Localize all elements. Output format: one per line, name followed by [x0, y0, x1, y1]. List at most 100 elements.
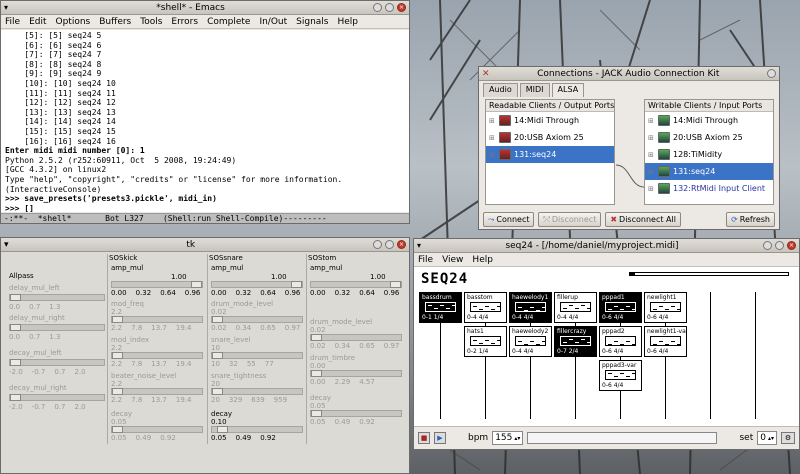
readable-client[interactable]: ⊞ 131:seq24: [486, 146, 614, 163]
slider-trough[interactable]: [9, 324, 105, 331]
slider-trough[interactable]: [310, 410, 402, 417]
menu-item-edit[interactable]: Edit: [29, 17, 46, 27]
slider-knob[interactable]: [10, 324, 21, 331]
writable-client[interactable]: ⊞ 20:USB Axiom 25: [645, 129, 773, 146]
slider-knob[interactable]: [212, 388, 223, 395]
slider-knob[interactable]: [10, 359, 21, 366]
slider-trough[interactable]: [211, 352, 303, 359]
slider-trough[interactable]: [310, 334, 402, 341]
menu-item-signals[interactable]: Signals: [296, 17, 328, 27]
emacs-titlebar[interactable]: ▾ *shell* - Emacs ×: [1, 1, 409, 15]
song-scrollbar[interactable]: [527, 432, 718, 444]
set-spinner[interactable]: 0 ▴▾: [757, 431, 777, 445]
slider-knob[interactable]: [216, 426, 228, 433]
shell-buffer[interactable]: [5]: [5] seq24 5 [6]: [6] seq24 6 [7]: […: [1, 30, 409, 212]
slider-knob[interactable]: [311, 334, 322, 341]
readable-client[interactable]: ⊞ 20:USB Axiom 25: [486, 129, 614, 146]
minimize-icon[interactable]: [373, 3, 382, 12]
slider-knob[interactable]: [291, 281, 302, 288]
slider-trough[interactable]: [211, 281, 303, 288]
disconnect-all-button[interactable]: ✖ Disconnect All: [605, 212, 681, 227]
sequence-slot[interactable]: pppad1 0-6 4/4: [599, 292, 642, 323]
tk-maximize-icon[interactable]: [385, 240, 394, 249]
sequence-slot[interactable]: fillercrazy 0-7 2/4: [554, 326, 597, 357]
refresh-button[interactable]: ⟳ Refresh: [726, 212, 775, 227]
slider-knob[interactable]: [112, 388, 123, 395]
slider-trough[interactable]: [9, 294, 105, 301]
jack-close-icon[interactable]: ✕: [482, 69, 490, 79]
jack-titlebar[interactable]: ✕ Connections - JACK Audio Connection Ki…: [479, 67, 779, 81]
song-editor-button[interactable]: ⚙: [781, 432, 795, 444]
menu-item-errors[interactable]: Errors: [171, 17, 198, 27]
seq24-maximize-icon[interactable]: [775, 241, 784, 250]
menu-item-file[interactable]: File: [5, 17, 20, 27]
slider-trough[interactable]: [211, 388, 303, 395]
slider-trough[interactable]: [111, 352, 203, 359]
tab-alsa[interactable]: ALSA: [551, 83, 585, 97]
slider-trough[interactable]: [111, 388, 203, 395]
slider-knob[interactable]: [10, 394, 21, 401]
menu-item-options[interactable]: Options: [56, 17, 91, 27]
maximize-icon[interactable]: [385, 3, 394, 12]
tab-midi[interactable]: MIDI: [519, 83, 550, 97]
expand-icon[interactable]: ⊞: [648, 168, 655, 176]
bpm-spinner[interactable]: 155 ▴▾: [492, 431, 524, 445]
sequence-slot[interactable]: haewelody2 0-4 4/4: [509, 326, 552, 357]
sequence-slot[interactable]: newlight1 0-6 4/4: [644, 292, 687, 323]
seq24-minimize-icon[interactable]: [763, 241, 772, 250]
spinner-arrows-icon[interactable]: ▴▾: [514, 435, 520, 442]
sequence-slot[interactable]: newlight1-var 0-6 4/4: [644, 326, 687, 357]
tab-audio[interactable]: Audio: [483, 83, 518, 97]
tk-titlebar[interactable]: ▾ tk ×: [1, 238, 409, 252]
menu-item-inout[interactable]: In/Out: [259, 17, 287, 27]
slider-trough[interactable]: [111, 426, 203, 433]
stop-button[interactable]: ■: [418, 432, 430, 444]
seq-menu-file[interactable]: File: [418, 255, 433, 265]
sequence-slot[interactable]: basstom 0-4 4/4: [464, 292, 507, 323]
play-button[interactable]: ▶: [434, 432, 446, 444]
sequence-slot[interactable]: pppad2 0-6 4/4: [599, 326, 642, 357]
writable-client[interactable]: ⊞ 132:RtMidi Input Client: [645, 180, 773, 197]
jack-minimize-icon[interactable]: [767, 69, 776, 78]
sequence-slot[interactable]: pppad3-var 0-6 4/4: [599, 360, 642, 391]
readable-client[interactable]: ⊞ 14:Midi Through: [486, 112, 614, 129]
writable-client[interactable]: ⊞ 14:Midi Through: [645, 112, 773, 129]
tk-close-icon[interactable]: ×: [397, 240, 406, 249]
slider-knob[interactable]: [112, 426, 123, 433]
slider-knob[interactable]: [390, 281, 401, 288]
slider-trough[interactable]: [9, 359, 105, 366]
slider-trough[interactable]: [211, 426, 303, 433]
slider-trough[interactable]: [111, 316, 203, 323]
connect-button[interactable]: ⤳ Connect: [483, 212, 535, 227]
slider-knob[interactable]: [112, 316, 123, 323]
sequence-slot[interactable]: bassdrum 0-1 1/4: [419, 292, 462, 323]
slider-knob[interactable]: [212, 316, 223, 323]
sequence-slot[interactable]: fillerup 0-4 4/4: [554, 292, 597, 323]
sequence-slot[interactable]: haewelody1 0-4 4/4: [509, 292, 552, 323]
menu-item-complete[interactable]: Complete: [207, 17, 250, 27]
expand-icon[interactable]: ⊞: [648, 117, 655, 125]
expand-icon[interactable]: ⊞: [648, 134, 655, 142]
slider-trough[interactable]: [211, 316, 303, 323]
menu-item-help[interactable]: Help: [338, 17, 359, 27]
expand-icon[interactable]: ⊞: [489, 134, 496, 142]
slider-trough[interactable]: [310, 281, 402, 288]
slider-knob[interactable]: [311, 410, 322, 417]
expand-icon[interactable]: ⊞: [648, 151, 655, 159]
slider-knob[interactable]: [191, 281, 202, 288]
tk-minimize-icon[interactable]: [373, 240, 382, 249]
seq24-close-icon[interactable]: ×: [787, 241, 796, 250]
seq-menu-view[interactable]: View: [442, 255, 463, 265]
seq-menu-help[interactable]: Help: [472, 255, 493, 265]
seq24-titlebar[interactable]: ▾ seq24 - [/home/daniel/myproject.midi] …: [414, 239, 799, 253]
writable-client[interactable]: ⊞ 128:TiMidity: [645, 146, 773, 163]
expand-icon[interactable]: ⊞: [489, 117, 496, 125]
slider-knob[interactable]: [112, 352, 123, 359]
slider-knob[interactable]: [311, 370, 322, 377]
disconnect-button[interactable]: ⤲ Disconnect: [538, 212, 602, 227]
set-spinner-arrows-icon[interactable]: ▴▾: [768, 435, 774, 442]
slider-knob[interactable]: [10, 294, 21, 301]
expand-icon[interactable]: ⊞: [648, 185, 655, 193]
sequence-slot[interactable]: hats1 0-2 1/4: [464, 326, 507, 357]
menu-item-buffers[interactable]: Buffers: [99, 17, 131, 27]
